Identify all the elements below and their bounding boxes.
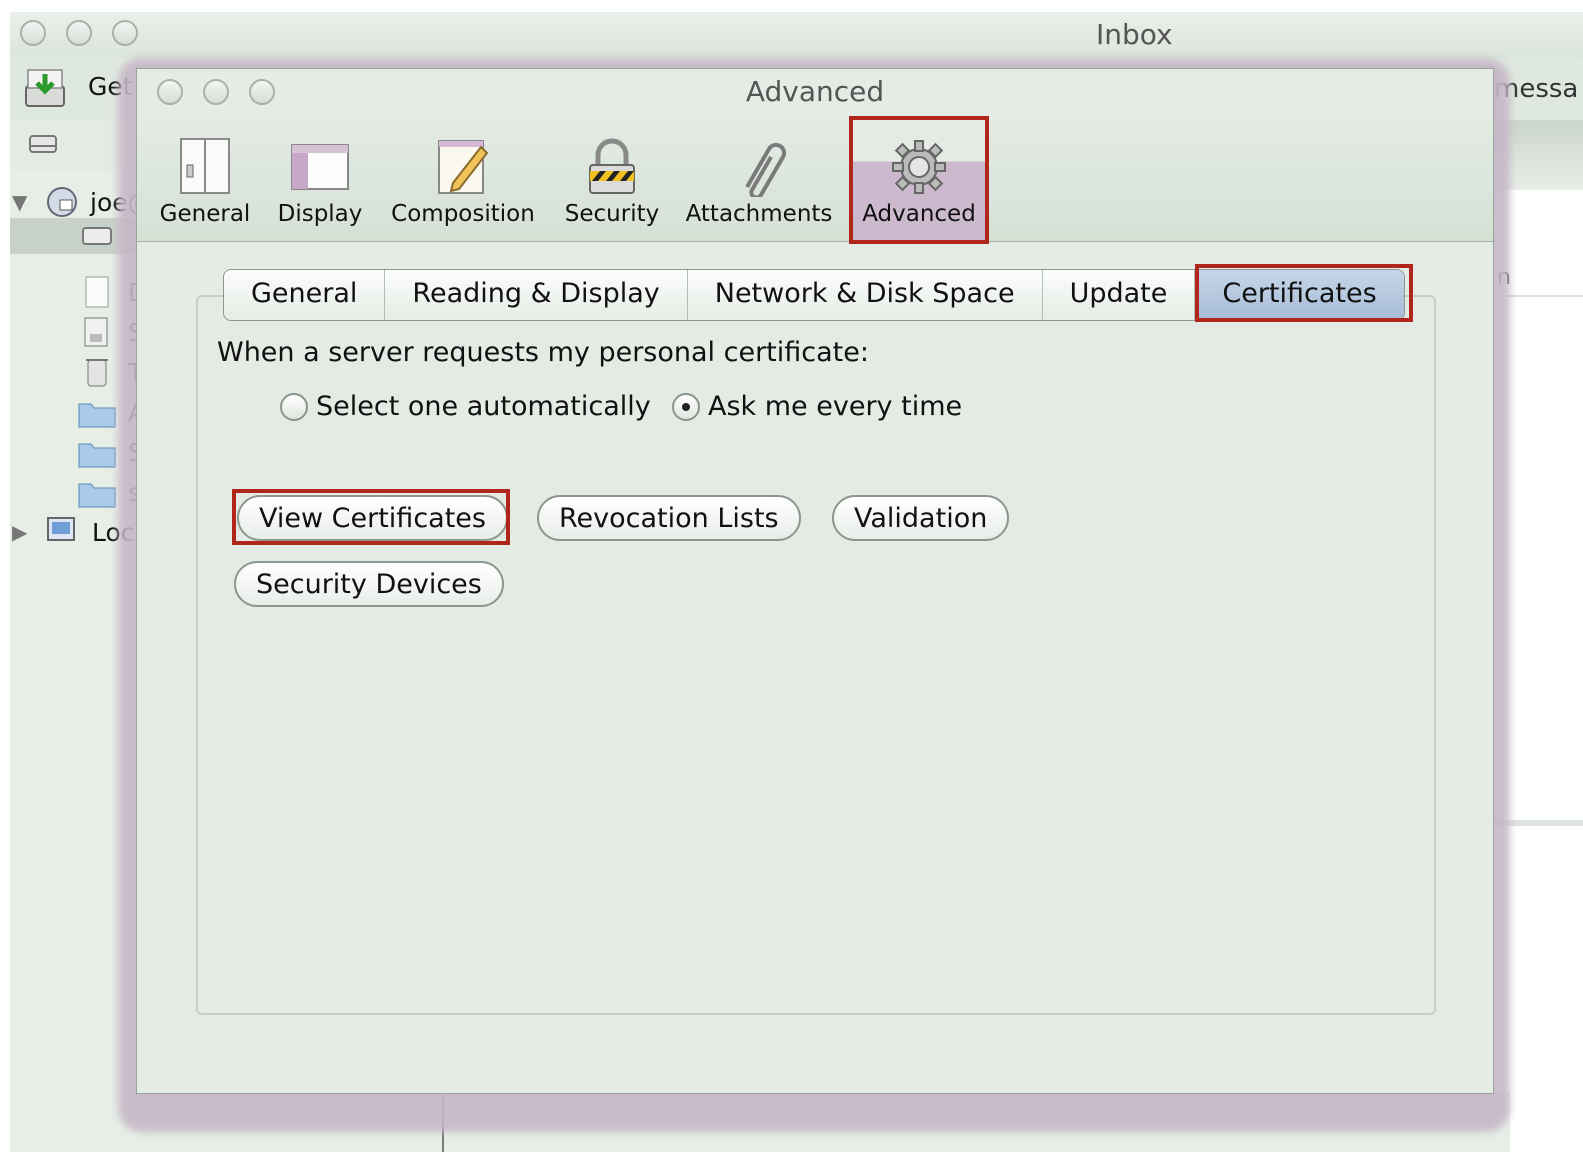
computer-icon <box>47 517 75 541</box>
account-icon <box>47 187 77 217</box>
revocation-lists-button[interactable]: Revocation Lists <box>537 495 801 541</box>
close-window-button[interactable] <box>20 20 46 46</box>
pref-attachments-label: Attachments <box>685 201 833 227</box>
folder-icon <box>78 483 116 508</box>
tab-general[interactable]: General <box>224 270 386 320</box>
inbox-icon <box>82 227 112 245</box>
pref-composition-button[interactable]: Composition <box>383 119 543 241</box>
pref-security-button[interactable]: Security <box>555 119 669 241</box>
lock-icon <box>589 138 635 194</box>
gear-icon <box>892 140 946 194</box>
trash-icon <box>86 359 108 387</box>
pref-advanced-label: Advanced <box>862 201 976 227</box>
drafts-icon <box>85 276 109 308</box>
radio-auto-label: Select one automatically <box>316 391 651 422</box>
folder-icon <box>78 403 116 428</box>
pref-general-button[interactable]: General <box>151 119 259 241</box>
main-window-title: Inbox <box>1096 18 1173 51</box>
radio-auto-indicator[interactable] <box>280 392 308 421</box>
dialog-titlebar: Advanced <box>137 69 1493 119</box>
radio-ask-every-time[interactable]: Ask me every time <box>672 391 962 422</box>
zoom-window-button[interactable] <box>112 20 138 46</box>
sent-icon <box>84 317 108 347</box>
validation-button[interactable]: Validation <box>832 495 1010 541</box>
tray-icon[interactable] <box>28 132 58 156</box>
tab-update[interactable]: Update <box>1043 270 1196 320</box>
disclosure-closed-icon[interactable]: ▶ <box>12 520 27 544</box>
security-devices-button[interactable]: Security Devices <box>234 561 504 607</box>
preferences-toolbar: General Display Composition Security Att… <box>137 119 1493 242</box>
tab-certificates[interactable]: Certificates <box>1195 270 1404 320</box>
radio-ask-label: Ask me every time <box>708 391 963 422</box>
pref-security-label: Security <box>564 201 660 227</box>
dialog-title: Advanced <box>745 75 885 108</box>
tab-reading-display[interactable]: Reading & Display <box>385 270 688 320</box>
radio-select-automatically[interactable]: Select one automatically <box>280 391 651 422</box>
get-mail-icon[interactable] <box>24 68 66 110</box>
composition-icon <box>438 140 489 194</box>
pref-composition-label: Composition <box>391 201 535 227</box>
paperclip-icon <box>745 142 787 197</box>
display-icon <box>291 144 349 190</box>
radio-ask-indicator[interactable] <box>672 392 700 421</box>
main-titlebar: Inbox <box>10 12 1583 58</box>
certificate-prompt: When a server requests my personal certi… <box>217 337 869 368</box>
pref-attachments-button[interactable]: Attachments <box>681 119 837 241</box>
tab-network-disk-space[interactable]: Network & Disk Space <box>688 270 1043 320</box>
pref-advanced-button[interactable]: Advanced <box>853 119 985 241</box>
advanced-preferences-dialog: Advanced General Display Composition Sec… <box>136 68 1494 1094</box>
advanced-tab-strip: General Reading & Display Network & Disk… <box>223 269 1405 321</box>
general-icon <box>180 138 230 194</box>
pref-general-label: General <box>159 201 251 227</box>
disclosure-open-icon[interactable]: ▼ <box>12 190 27 214</box>
view-certificates-button[interactable]: View Certificates <box>237 495 508 541</box>
pref-display-label: Display <box>277 201 363 227</box>
pref-display-button[interactable]: Display <box>269 119 371 241</box>
folder-icon <box>78 443 116 468</box>
tab-panel: When a server requests my personal certi… <box>196 295 1436 1015</box>
minimize-window-button[interactable] <box>66 20 92 46</box>
